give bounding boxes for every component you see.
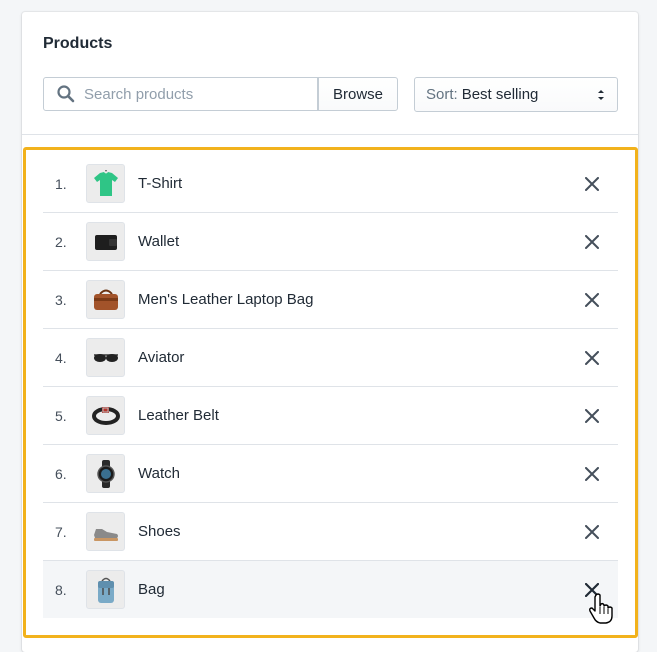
sort-value: Best selling [461,86,539,103]
search-field[interactable] [43,77,318,111]
search-icon [56,84,76,104]
search-input[interactable] [84,85,284,103]
select-arrows-icon [598,90,604,100]
sort-select[interactable]: Sort: Best selling [414,77,618,112]
hand-cursor-icon [589,593,613,624]
divider [22,134,638,135]
page-title: Products [43,35,113,52]
selection-highlight [23,147,638,638]
browse-button[interactable]: Browse [318,77,398,111]
sort-prefix: Sort: [426,86,458,103]
